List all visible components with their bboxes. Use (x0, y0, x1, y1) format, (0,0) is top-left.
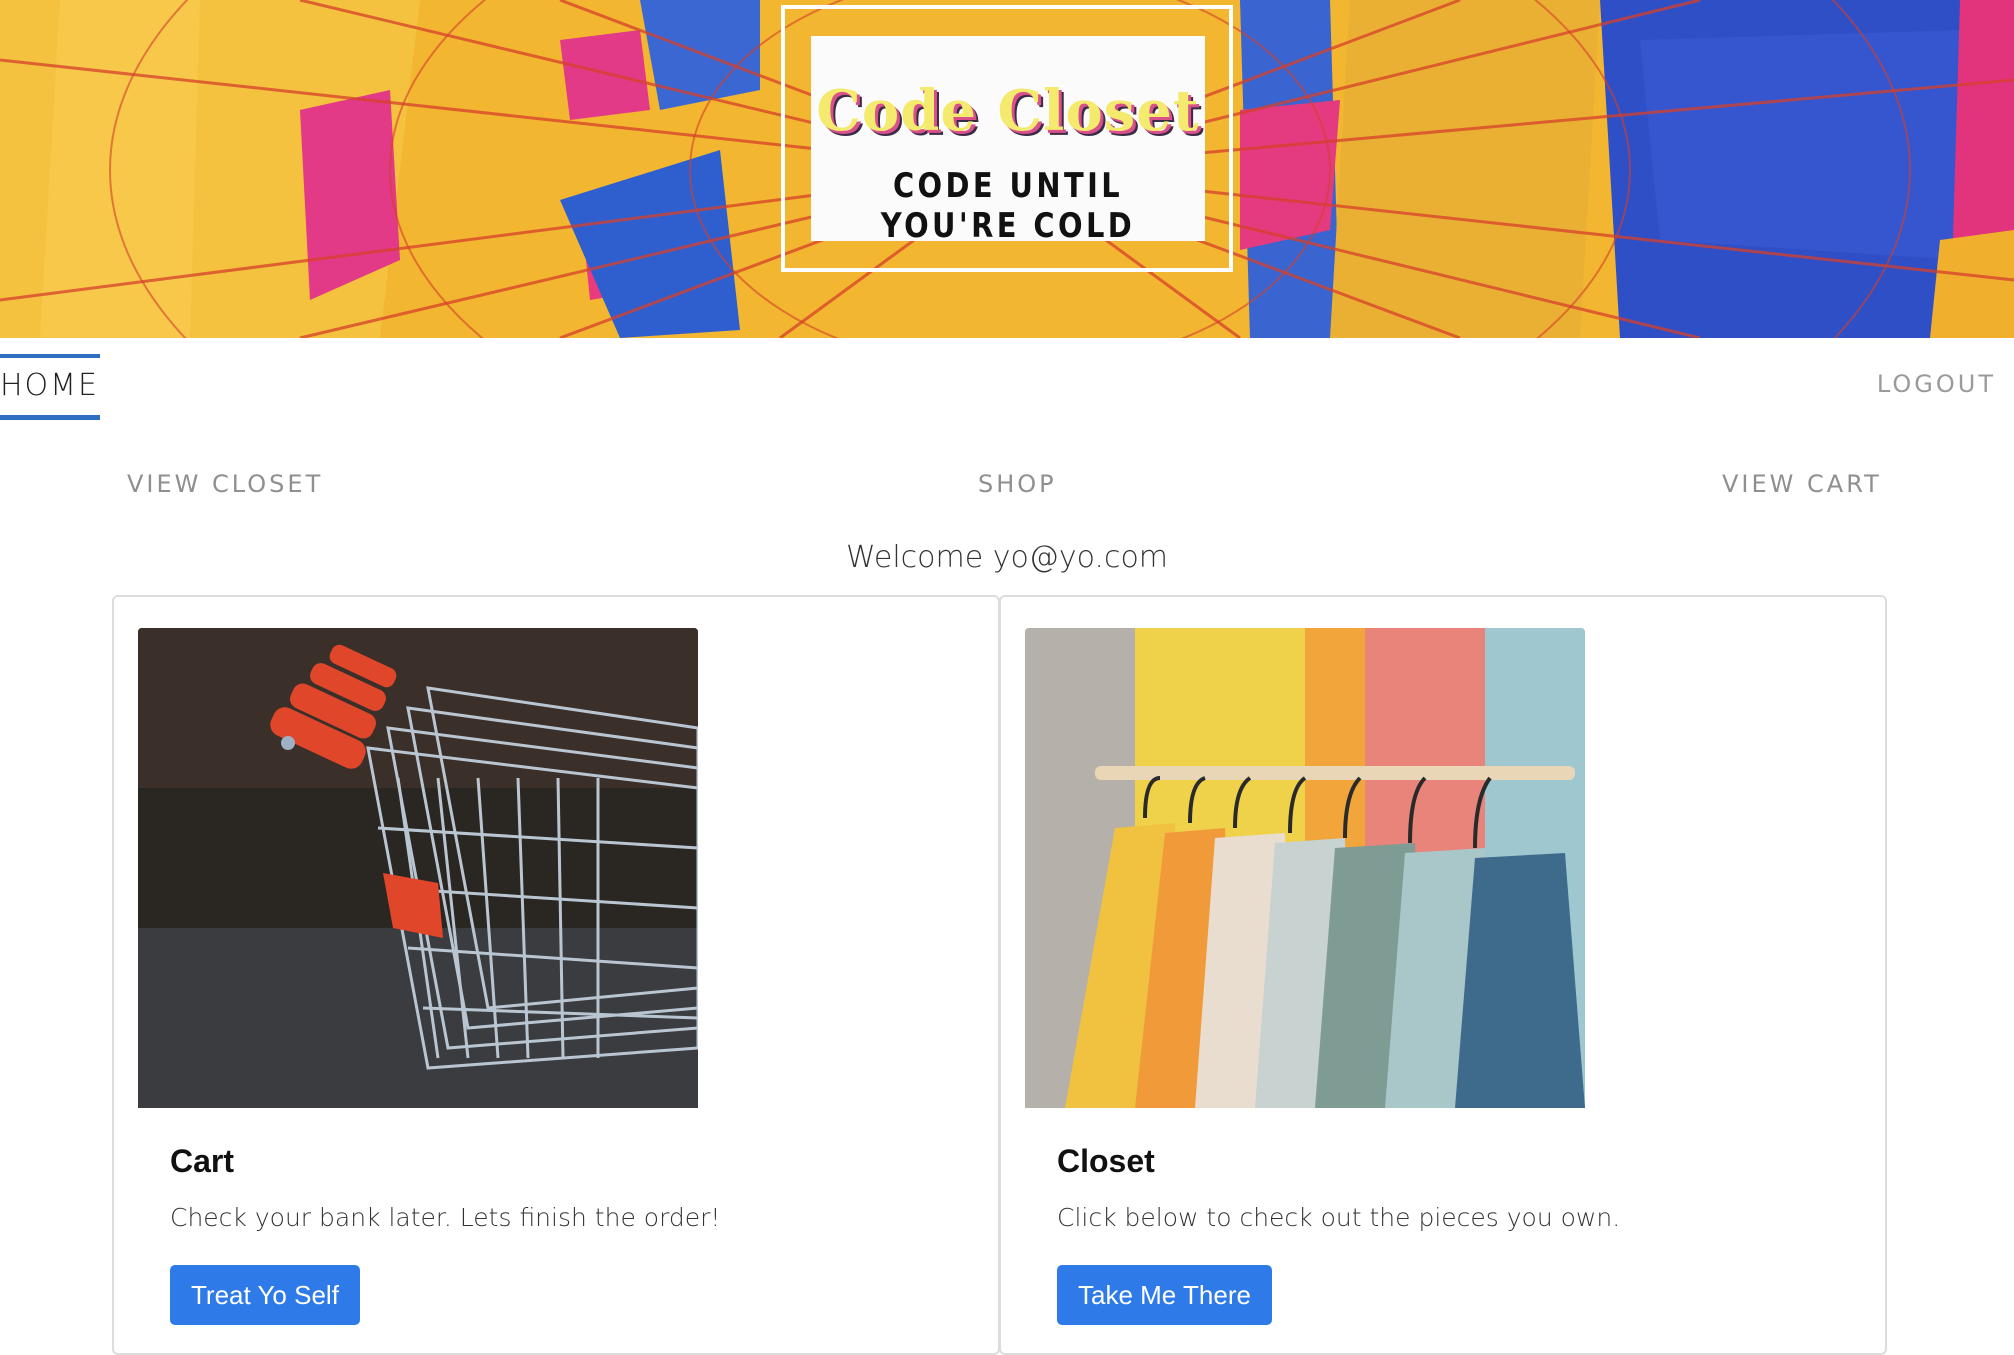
welcome-prefix: Welcome (845, 540, 984, 575)
subnav-view-closet-link[interactable]: VIEW CLOSET (127, 470, 323, 498)
cart-card-text: Check your bank later. Lets finish the o… (170, 1203, 721, 1232)
closet-card-title: Closet (1057, 1143, 1155, 1179)
take-me-there-button[interactable]: Take Me There (1057, 1265, 1272, 1325)
clothing-rack-image (1025, 628, 1585, 1108)
closet-card-text: Click below to check out the pieces you … (1057, 1203, 1621, 1232)
logo-title: Code Closet (816, 78, 1200, 144)
subnav-shop-link[interactable]: SHOP (978, 470, 1057, 498)
cart-card-title: Cart (170, 1143, 235, 1179)
subnav-view-cart-link[interactable]: VIEW CART (1722, 470, 1882, 498)
nav-home-link[interactable]: HOME (0, 354, 100, 420)
logo-tagline: CODE UNTIL YOU'RE COLD (880, 166, 1136, 246)
cart-card: Cart Check your bank later. Lets finish … (112, 595, 1000, 1355)
shopping-carts-image (138, 628, 698, 1108)
site-logo[interactable]: Code Closet CODE UNTIL YOU'RE COLD (811, 36, 1205, 246)
welcome-message: Welcome yo@yo.com (0, 540, 2014, 575)
nav-logout-link[interactable]: LOGOUT (1877, 370, 1996, 398)
hero-banner: Code Closet CODE UNTIL YOU'RE COLD (0, 0, 2014, 338)
closet-card: Closet Click below to check out the piec… (999, 595, 1887, 1355)
welcome-email: yo@yo.com (992, 540, 1169, 575)
treat-yo-self-button[interactable]: Treat Yo Self (170, 1265, 360, 1325)
